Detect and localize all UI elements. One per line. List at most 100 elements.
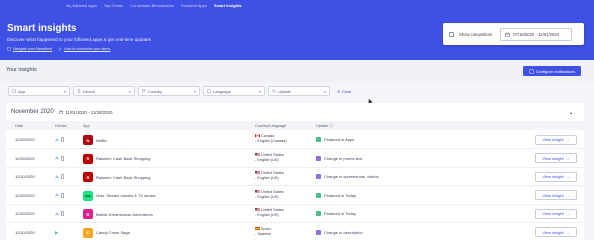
row-app[interactable]: N Netflix <box>83 135 107 145</box>
app-filter[interactable]: App ▾ <box>8 86 70 96</box>
clear-filters-label: Clear <box>341 88 352 94</box>
phone-icon <box>61 211 64 216</box>
row-update-text: Featured in Apps <box>324 137 355 142</box>
app-icon: C <box>83 227 93 238</box>
header-date: Date <box>15 123 24 128</box>
row-update: Featured in Today <box>316 211 356 216</box>
view-insight-button[interactable]: View insight → <box>535 190 577 200</box>
calendar-icon <box>505 32 510 37</box>
nav-my-followed-apps[interactable]: My followed apps <box>66 3 97 8</box>
row-app[interactable]: R Rakuten: Cash Back Shopping <box>83 153 151 164</box>
row-update-text: Change in description <box>324 229 363 235</box>
app-icon: R <box>83 172 93 182</box>
app-filter-label: App <box>18 88 26 94</box>
device-filter[interactable]: Device ▾ <box>73 86 135 96</box>
row-app[interactable]: hulu Hulu: Stream movies & TV shows <box>83 190 156 201</box>
customize-alerts-label: How to customize your alerts <box>64 47 111 51</box>
featured-icon <box>316 211 321 216</box>
row-app[interactable]: B Barbie Dreamhouse Adventures <box>83 209 153 219</box>
customize-alerts-link[interactable]: How to customize your alerts <box>58 47 110 51</box>
date-range-value: 07/15/2020 - 12/01/2020 <box>513 31 559 37</box>
row-update-text: Featured in Today <box>324 192 356 198</box>
row-country: United States <box>261 208 284 212</box>
view-insight-button[interactable]: View insight → <box>535 134 577 145</box>
configure-notifications-button[interactable]: Configure notifications <box>523 66 581 76</box>
app-icon: N <box>83 135 93 145</box>
hero-links: Navigate your Newsfeed How to customize … <box>7 47 110 51</box>
row-app[interactable]: R Rakuten: Cash Back Shopping <box>83 172 150 182</box>
month-label: November 2020 <box>11 109 54 115</box>
view-insight-label: View insight <box>542 192 564 198</box>
date-range-picker[interactable]: 07/15/2020 - 12/01/2020 <box>500 27 573 41</box>
collapse-icon[interactable]: ▴ <box>570 110 572 115</box>
row-language: - Spanish <box>255 231 272 236</box>
view-insight-button[interactable]: View insight → <box>535 171 577 182</box>
row-country: United States <box>261 152 284 157</box>
row-language: - English (US) <box>255 157 279 162</box>
row-device <box>55 211 64 216</box>
language-filter[interactable]: Language ▾ <box>203 86 265 96</box>
view-insight-button[interactable]: View insight → <box>535 227 577 237</box>
app-icon: R <box>83 153 93 164</box>
row-update-text: Change in screenshots, videos <box>324 174 379 179</box>
row-country-language: United States - English (US) <box>255 171 284 181</box>
show-competitors-checkbox[interactable] <box>449 31 454 37</box>
row-app[interactable]: C Candy Crush Saga <box>83 227 130 238</box>
flag-us-icon <box>255 171 260 175</box>
view-insight-label: View insight <box>542 174 564 179</box>
row-device <box>55 155 64 161</box>
row-update: Change in promo text <box>316 155 363 161</box>
newsfeed-link[interactable]: Navigate your Newsfeed <box>7 47 52 51</box>
chevron-down-icon: ▾ <box>63 89 66 94</box>
clear-filters-button[interactable]: ✕ Clear <box>337 89 351 94</box>
header-update: Update ⓘ <box>316 124 333 129</box>
nav-top-charts[interactable]: Top Charts <box>104 3 123 8</box>
chevron-down-icon: ▾ <box>128 89 131 94</box>
view-insight-label: View insight <box>542 211 564 216</box>
flag-icon <box>142 89 146 93</box>
apple-store-icon <box>55 211 59 216</box>
row-date: 11/30/2020 <box>15 229 35 235</box>
view-insight-label: View insight <box>542 229 564 235</box>
chevron-down-icon: ▾ <box>323 89 326 94</box>
row-date: 11/30/2020 <box>15 137 35 142</box>
phone-icon <box>61 192 64 198</box>
insights-header <box>0 60 594 82</box>
top-nav: My followed apps Top Charts Conversion B… <box>66 3 242 8</box>
chevron-down-icon: ▾ <box>258 89 261 94</box>
row-date: 11/30/2020 <box>15 155 35 161</box>
row-country: Canada <box>261 134 275 138</box>
arrow-right-icon: → <box>565 229 570 235</box>
table-row: 11/30/2020 R Rakuten: Cash Back Shopping Un… <box>6 150 584 168</box>
featured-icon <box>316 137 321 142</box>
app-grid-icon <box>12 89 16 93</box>
row-country: United States <box>261 171 284 175</box>
nav-smart-insights[interactable]: Smart Insights <box>214 3 242 8</box>
view-insight-button[interactable]: View insight → <box>535 153 577 163</box>
nav-conversion-benchmarks[interactable]: Conversion Benchmarks <box>130 3 174 8</box>
row-country-language: Canada - English (Canada) <box>255 134 287 144</box>
nav-featured-apps[interactable]: Featured Apps <box>181 3 207 8</box>
row-update-text: Change in promo text <box>324 155 363 161</box>
row-update: Featured in Today <box>316 192 356 198</box>
language-icon <box>207 89 211 93</box>
close-icon: ✕ <box>337 88 341 94</box>
row-country: United States <box>261 189 284 194</box>
phone-icon <box>61 155 64 161</box>
table-row: 11/30/2020 ▶ C Candy Crush Saga Spain - Spani… <box>6 224 584 240</box>
update-filter[interactable]: Update ▾ <box>268 86 330 96</box>
google-play-icon: ▶ <box>55 229 59 235</box>
row-date: 11/30/2020 <box>15 192 35 198</box>
filter-bar: App ▾ Device ▾ Country ▾ Language ▾ Upda… <box>8 86 351 96</box>
row-device <box>55 137 64 142</box>
change-icon <box>316 174 321 179</box>
featured-icon <box>316 192 321 198</box>
apple-store-icon <box>55 193 59 197</box>
row-language: - English (US) <box>255 194 279 199</box>
row-update: Featured in Apps <box>316 137 354 142</box>
row-app-name: Rakuten: Cash Back Shopping <box>96 174 151 180</box>
country-filter[interactable]: Country ▾ <box>138 86 200 96</box>
view-insight-button[interactable]: View insight → <box>535 208 577 219</box>
row-app-name: Rakuten: Cash Back Shopping <box>96 156 151 161</box>
row-date: 11/30/2020 <box>15 174 35 179</box>
